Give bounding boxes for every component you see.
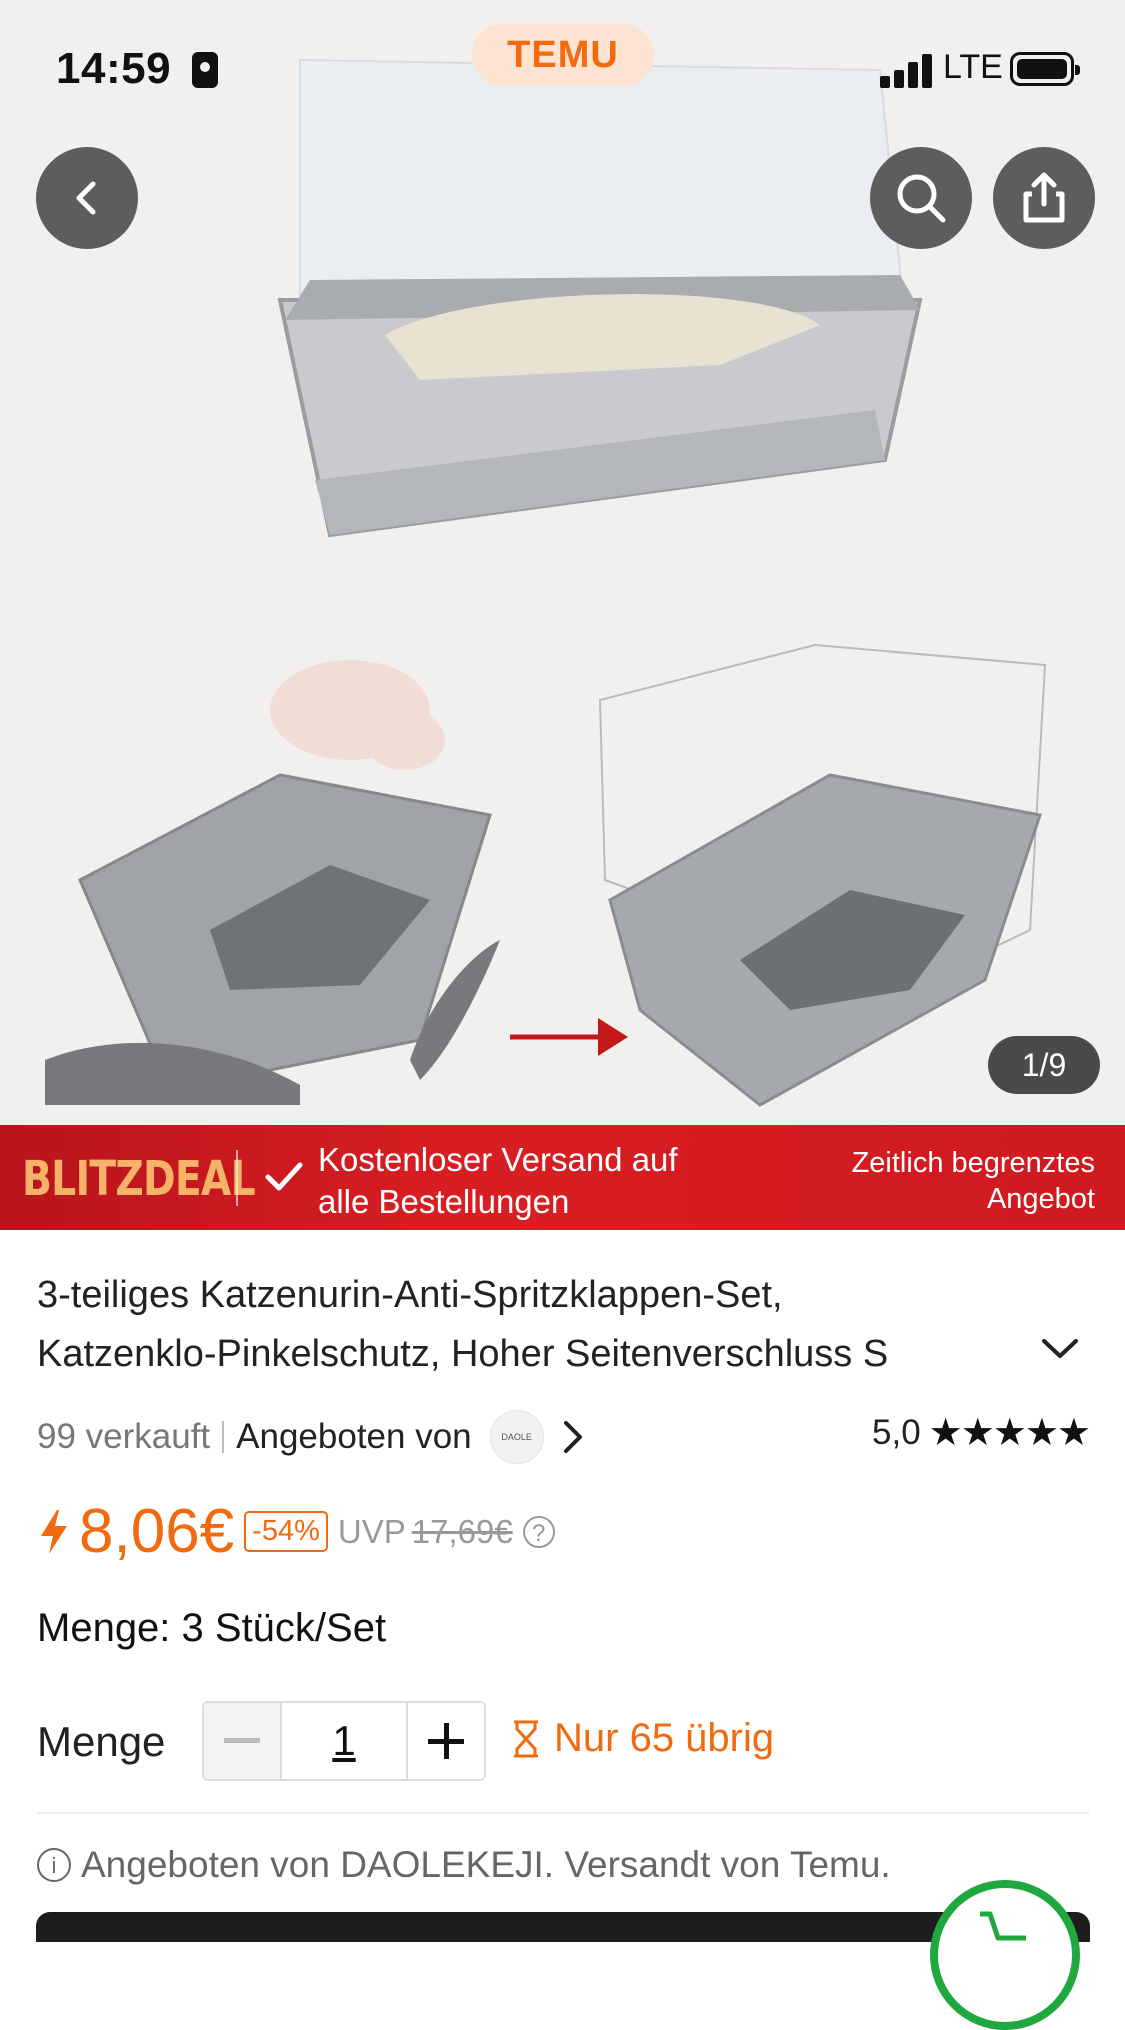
plus-icon (428, 1723, 464, 1759)
free-shipping-text: Kostenloser Versand auf alle Bestellunge… (318, 1139, 678, 1223)
product-meta: 99 verkauft Angeboten von DAOLE (37, 1410, 588, 1464)
banner-divider (236, 1150, 238, 1206)
seller-info-text: Angeboten von DAOLEKEJI. Versandt von Te… (81, 1844, 891, 1885)
check-icon (265, 1162, 303, 1191)
limited-line1: Zeitlich begrenztes (851, 1147, 1095, 1179)
original-price: 17,69€ (411, 1512, 513, 1550)
current-price: 8,06€ (79, 1497, 235, 1566)
signal-icon (880, 52, 934, 88)
increase-quantity-button[interactable] (406, 1703, 484, 1779)
discount-badge: -54% (244, 1511, 328, 1552)
chevron-left-icon (76, 181, 96, 215)
share-button[interactable] (993, 147, 1095, 249)
quantity-label: Menge (37, 1718, 166, 1765)
free-shipping-line1: Kostenloser Versand auf (318, 1141, 678, 1178)
stock-indicator: Nur 65 übrig (510, 1716, 774, 1761)
seller-info: i Angeboten von DAOLEKEJI. Versandt von … (37, 1844, 891, 1886)
cart-button[interactable] (930, 1880, 1080, 2030)
product-rating[interactable]: 5,0 ★★★★★ (872, 1410, 1091, 1455)
search-icon (897, 174, 946, 223)
quantity-stepper: 1 (202, 1701, 486, 1781)
network-type: LTE (943, 48, 1003, 86)
info-icon: i (37, 1848, 71, 1882)
battery-icon (1010, 52, 1080, 86)
limited-line2: Angebot (986, 1183, 1095, 1215)
back-button[interactable] (36, 147, 138, 249)
free-shipping-line2: alle Bestellungen (318, 1183, 570, 1220)
hourglass-icon (514, 1720, 538, 1757)
deal-badge: BLITZDEAL (22, 1151, 256, 1207)
offered-by-label[interactable]: Angeboten von (236, 1417, 471, 1457)
seller-logo[interactable]: DAOLE (489, 1410, 544, 1464)
cart-icon (980, 1911, 1026, 1941)
chevron-right-icon[interactable] (558, 1419, 588, 1455)
rating-value: 5,0 (872, 1412, 921, 1452)
section-divider (37, 1812, 1089, 1814)
flash-deal-banner: BLITZDEAL Kostenloser Versand auf alle B… (0, 1125, 1125, 1230)
sold-count: 99 verkauft (37, 1417, 211, 1456)
image-counter: 1/9 (988, 1036, 1100, 1094)
share-icon (1023, 172, 1065, 223)
chevron-down-icon[interactable] (1040, 1336, 1080, 1362)
status-time: 14:59 (56, 44, 172, 93)
product-title[interactable]: 3-teiliges Katzenurin-Anti-Spritzklappen… (37, 1266, 997, 1384)
product-title-line2: Katzenklo-Pinkelschutz, Hoher Seitenvers… (37, 1333, 889, 1375)
price-row: 8,06€ -54% UVP 17,69€ ? (37, 1496, 555, 1567)
id-card-icon (192, 52, 218, 88)
search-button[interactable] (870, 147, 972, 249)
product-image-gallery[interactable]: 14:59 TEMU LTE 1/9 (0, 0, 1125, 1125)
lightning-icon (41, 1509, 67, 1554)
uvp-label: UVP (337, 1512, 406, 1550)
quantity-value[interactable]: 1 (280, 1703, 406, 1779)
status-bar: 14:59 TEMU LTE (0, 0, 1125, 140)
product-title-line1: 3-teiliges Katzenurin-Anti-Spritzklappen… (37, 1274, 783, 1316)
star-rating-icon: ★★★★★ (928, 1412, 1091, 1454)
meta-separator (222, 1421, 225, 1453)
help-icon[interactable]: ? (522, 1515, 555, 1548)
temu-logo: TEMU (472, 24, 654, 86)
limited-offer-text: Zeitlich begrenztes Angebot (852, 1145, 1095, 1217)
stock-text: Nur 65 übrig (554, 1716, 775, 1760)
minus-icon (224, 1738, 260, 1743)
decrease-quantity-button[interactable] (204, 1703, 280, 1779)
variant-selection[interactable]: Menge: 3 Stück/Set (37, 1606, 386, 1651)
